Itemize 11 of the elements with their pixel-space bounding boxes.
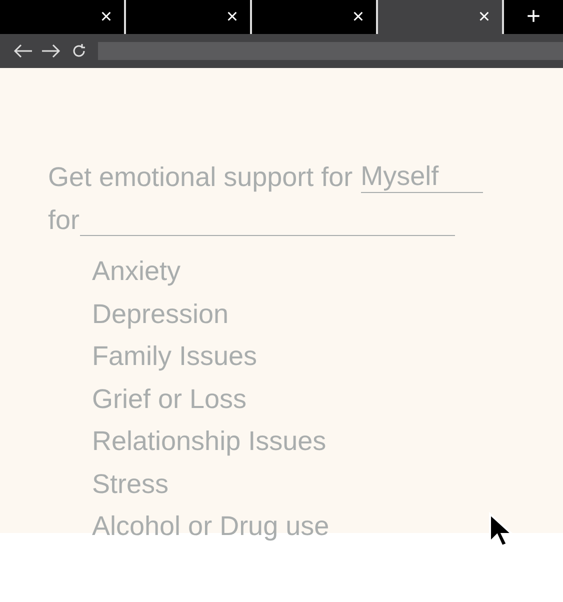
browser-tab[interactable]: × bbox=[378, 0, 504, 34]
close-button[interactable]: × bbox=[224, 7, 240, 27]
close-button[interactable]: × bbox=[476, 7, 492, 27]
new-tab-button[interactable]: + bbox=[504, 0, 563, 34]
back-icon bbox=[13, 44, 33, 58]
for-label: for bbox=[48, 205, 80, 236]
prompt-text: Get emotional support for bbox=[48, 162, 353, 193]
close-button[interactable]: × bbox=[350, 7, 366, 27]
reload-icon bbox=[71, 43, 87, 59]
close-button[interactable]: × bbox=[98, 7, 114, 27]
forward-icon bbox=[41, 44, 61, 58]
